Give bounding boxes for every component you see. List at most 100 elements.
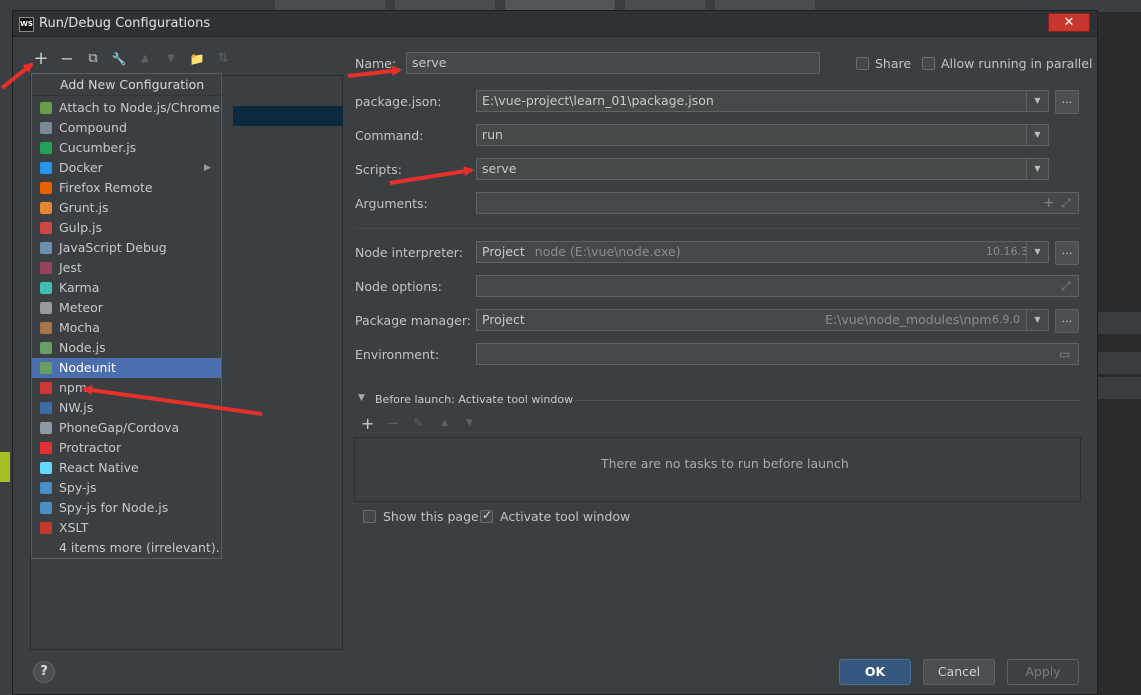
package-json-value: E:\vue-project\learn_01\package.json xyxy=(482,93,714,108)
popup-item[interactable]: Nodeunit xyxy=(32,358,221,378)
chevron-down-icon[interactable]: ▼ xyxy=(1026,242,1048,262)
karma-icon xyxy=(40,282,52,294)
chevron-down-icon[interactable]: ▼ xyxy=(1026,125,1048,145)
folder-icon[interactable]: 📁 xyxy=(187,49,207,69)
copy-config-button[interactable]: ⧉ xyxy=(83,49,103,69)
command-combo[interactable]: run ▼ xyxy=(476,124,1049,146)
popup-item-label: Cucumber.js xyxy=(59,140,137,155)
plus-icon[interactable]: + xyxy=(1043,193,1055,213)
apply-button[interactable]: Apply xyxy=(1007,659,1079,685)
popup-item[interactable]: 4 items more (irrelevant)... xyxy=(32,538,221,558)
remove-task-button[interactable]: − xyxy=(387,414,400,432)
share-checkbox[interactable] xyxy=(856,57,869,70)
show-page-checkbox[interactable] xyxy=(363,510,376,523)
popup-item[interactable]: Grunt.js xyxy=(32,198,221,218)
chevron-down-icon[interactable]: ▼ xyxy=(1026,159,1048,179)
popup-item[interactable]: Compound xyxy=(32,118,221,138)
popup-item[interactable]: Node.js xyxy=(32,338,221,358)
popup-item-label: Grunt.js xyxy=(59,200,109,215)
compound-icon xyxy=(40,122,52,134)
node-interpreter-combo[interactable]: Project node (E:\vue\node.exe) 10.16.3 ▼ xyxy=(476,241,1049,263)
parallel-checkbox[interactable] xyxy=(922,57,935,70)
collapse-arrow-icon[interactable]: ▼ xyxy=(358,393,365,403)
popup-item[interactable]: Docker ▶ xyxy=(32,158,221,178)
popup-item-label: PhoneGap/Cordova xyxy=(59,420,180,435)
add-task-button[interactable]: + xyxy=(361,414,374,433)
help-button[interactable]: ? xyxy=(33,661,55,683)
package-manager-combo[interactable]: Project E:\vue\node_modules\npm 6.9.0 ▼ xyxy=(476,309,1049,331)
webstorm-logo-icon: WS xyxy=(19,17,34,32)
before-launch-title[interactable]: Before launch: Activate tool window xyxy=(375,393,573,406)
react-icon xyxy=(40,462,52,474)
move-up-button[interactable]: ▲ xyxy=(135,49,155,69)
phonegap-icon xyxy=(40,422,52,434)
popup-item[interactable]: PhoneGap/Cordova xyxy=(32,418,221,438)
popup-item[interactable]: Spy-js xyxy=(32,478,221,498)
node-version: 10.16.3 xyxy=(986,245,1028,258)
grunt-icon xyxy=(40,202,52,214)
chevron-down-icon[interactable]: ▼ xyxy=(1026,91,1048,111)
ide-gutter-marker xyxy=(0,452,10,482)
docker-icon xyxy=(40,162,52,174)
cancel-button[interactable]: Cancel xyxy=(923,659,995,685)
npm-version: 6.9.0 xyxy=(992,313,1020,326)
command-label: Command: xyxy=(355,128,424,143)
add-config-button[interactable]: + xyxy=(31,49,51,69)
popup-item[interactable]: Firefox Remote xyxy=(32,178,221,198)
divider xyxy=(575,400,1081,401)
before-launch-task-list[interactable]: There are no tasks to run before launch xyxy=(354,437,1081,502)
popup-item[interactable]: Gulp.js xyxy=(32,218,221,238)
popup-item[interactable]: XSLT xyxy=(32,518,221,538)
selected-tree-row[interactable] xyxy=(233,106,343,126)
nwjs-icon xyxy=(40,402,52,414)
add-config-popup: Add New Configuration Attach to Node.js/… xyxy=(31,73,222,559)
name-label: Name: xyxy=(355,56,397,71)
popup-item-label: Nodeunit xyxy=(59,360,116,375)
arguments-input[interactable]: + ⤢ xyxy=(476,192,1079,214)
popup-item[interactable]: Mocha xyxy=(32,318,221,338)
ide-panel-strip xyxy=(1097,377,1141,399)
wrench-icon[interactable]: 🔧 xyxy=(109,49,129,69)
popup-item[interactable]: Protractor xyxy=(32,438,221,458)
ide-left-gutter xyxy=(0,12,12,695)
dialog-titlebar[interactable]: WS Run/Debug Configurations ✕ xyxy=(13,11,1097,37)
popup-item-label: Karma xyxy=(59,280,100,295)
environment-input[interactable]: ▭ xyxy=(476,343,1079,365)
move-down-icon[interactable]: ▼ xyxy=(466,418,473,428)
activate-tool-window-checkbox[interactable] xyxy=(480,508,493,523)
pencil-icon[interactable]: ✎ xyxy=(413,416,423,430)
sort-button[interactable]: ⇅ xyxy=(213,49,233,69)
move-down-button[interactable]: ▼ xyxy=(161,49,181,69)
ok-button[interactable]: OK xyxy=(839,659,911,685)
ide-panel-strip xyxy=(1097,352,1141,374)
package-manager-path: E:\vue\node_modules\npm xyxy=(825,312,992,327)
expand-icon[interactable]: ⤢ xyxy=(1061,276,1071,296)
browse-package-json-button[interactable]: ... xyxy=(1055,90,1079,114)
close-button[interactable]: ✕ xyxy=(1048,13,1090,32)
scripts-combo[interactable]: serve ▼ xyxy=(476,158,1049,180)
popup-item[interactable]: JavaScript Debug xyxy=(32,238,221,258)
popup-item[interactable]: Spy-js for Node.js xyxy=(32,498,221,518)
browse-package-manager-button[interactable]: ... xyxy=(1055,309,1079,333)
browse-interpreter-button[interactable]: ... xyxy=(1055,241,1079,265)
remove-config-button[interactable]: − xyxy=(57,49,77,69)
node-options-input[interactable]: ⤢ xyxy=(476,275,1079,297)
chevron-down-icon[interactable]: ▼ xyxy=(1026,310,1048,330)
name-input[interactable]: serve xyxy=(406,52,820,74)
popup-item[interactable]: Attach to Node.js/Chrome xyxy=(32,98,221,118)
folder-icon[interactable]: ▭ xyxy=(1059,344,1070,364)
arguments-label: Arguments: xyxy=(355,196,428,211)
popup-item-label: Gulp.js xyxy=(59,220,102,235)
popup-item[interactable]: Karma xyxy=(32,278,221,298)
popup-item[interactable]: Cucumber.js xyxy=(32,138,221,158)
popup-item[interactable]: React Native xyxy=(32,458,221,478)
popup-item[interactable]: Jest xyxy=(32,258,221,278)
package-json-combo[interactable]: E:\vue-project\learn_01\package.json ▼ xyxy=(476,90,1049,112)
popup-item[interactable]: NW.js xyxy=(32,398,221,418)
popup-item[interactable]: npm xyxy=(32,378,221,398)
expand-icon[interactable]: ⤢ xyxy=(1061,193,1071,213)
popup-item-label: NW.js xyxy=(59,400,94,415)
popup-item[interactable]: Meteor xyxy=(32,298,221,318)
meteor-icon xyxy=(40,302,52,314)
move-up-icon[interactable]: ▲ xyxy=(441,418,448,428)
